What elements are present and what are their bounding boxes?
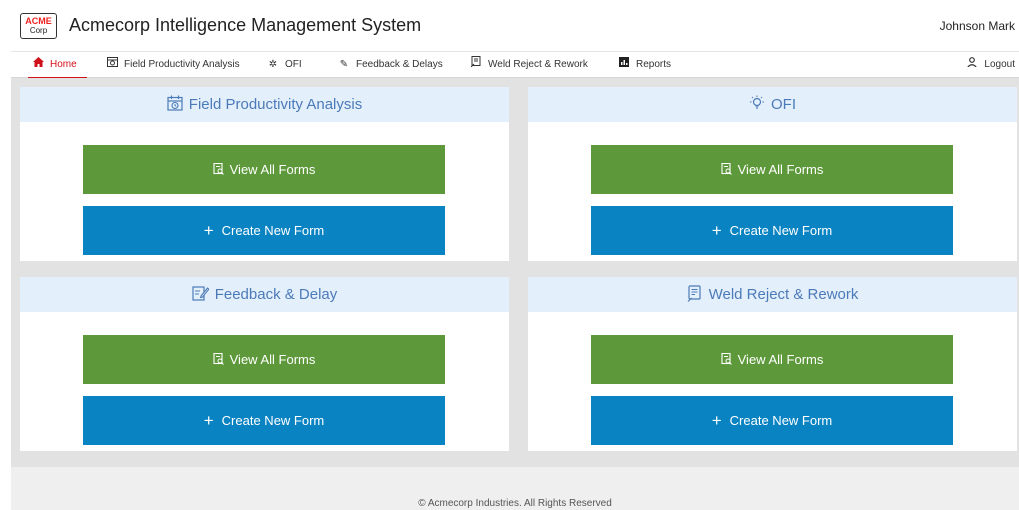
document-search-icon: [687, 277, 703, 312]
card-header: Feedback & Delay: [20, 277, 509, 312]
calendar-clock-icon: [105, 52, 119, 77]
create-new-form-label: Create New Form: [221, 412, 325, 428]
lightbulb-icon: [749, 87, 765, 122]
nav-weld-reject[interactable]: Weld Reject & Rework: [469, 52, 588, 78]
plus-icon: +: [203, 410, 214, 430]
nav-ofi-label: OFI: [285, 59, 302, 70]
nav-field-productivity-label: Field Productivity Analysis: [124, 59, 240, 70]
chart-icon: [617, 52, 631, 77]
card-header: OFI: [528, 87, 1017, 122]
card-header: Weld Reject & Rework: [528, 277, 1017, 312]
create-new-form-label: Create New Form: [729, 222, 833, 238]
main-nav: Home Field Productivity Analysis ✲ OFI ✎ F…: [11, 51, 1019, 79]
view-all-forms-button[interactable]: View All Forms: [83, 145, 445, 194]
copyright-text: © Acmecorp Industries. All Rights Reserv…: [418, 498, 612, 509]
card-field-productivity: Field Productivity Analysis View All For…: [20, 87, 509, 261]
card-weld-reject: Weld Reject & Rework View All Forms + Cre…: [528, 277, 1017, 451]
create-new-form-label: Create New Form: [729, 412, 833, 428]
card-title: Feedback & Delay: [214, 286, 338, 303]
home-icon: [31, 52, 45, 77]
app-title: Acmecorp Intelligence Management System: [69, 15, 422, 35]
view-all-forms-button[interactable]: View All Forms: [83, 335, 445, 384]
create-new-form-button[interactable]: + Create New Form: [83, 396, 445, 445]
nav-ofi[interactable]: ✲ OFI: [266, 52, 302, 78]
card-title: Field Productivity Analysis: [188, 96, 363, 113]
lightbulb-icon: ✲: [268, 59, 278, 70]
view-all-forms-button[interactable]: View All Forms: [591, 335, 953, 384]
logo-text-top: ACME: [25, 16, 52, 26]
document-search-icon: [721, 162, 732, 177]
calendar-clock-icon: [167, 87, 183, 122]
view-all-forms-label: View All Forms: [737, 162, 824, 177]
card-title: OFI: [771, 96, 796, 113]
nav-home-label: Home: [50, 59, 77, 70]
document-search-icon: [213, 162, 224, 177]
user-name[interactable]: Johnson Mark: [940, 19, 1015, 33]
create-new-form-button[interactable]: + Create New Form: [83, 206, 445, 255]
nav-field-productivity[interactable]: Field Productivity Analysis: [105, 52, 240, 78]
document-search-icon: [213, 352, 224, 367]
nav-reports-label: Reports: [636, 59, 672, 70]
dashboard-grid: Field Productivity Analysis View All For…: [11, 78, 1019, 467]
app-header: ACME Corp Acmecorp Intelligence Manageme…: [0, 0, 1019, 51]
view-all-forms-label: View All Forms: [229, 162, 316, 177]
acme-logo[interactable]: ACME Corp: [20, 13, 57, 39]
card-header: Field Productivity Analysis: [20, 87, 509, 122]
logout-link[interactable]: Logout: [965, 52, 1015, 78]
plus-icon: +: [711, 220, 722, 240]
edit-note-icon: ✎: [339, 59, 349, 70]
view-all-forms-label: View All Forms: [229, 352, 316, 367]
plus-icon: +: [711, 410, 722, 430]
user-icon: [965, 52, 979, 77]
nav-reports[interactable]: Reports: [617, 52, 671, 78]
plus-icon: +: [203, 220, 214, 240]
view-all-forms-label: View All Forms: [737, 352, 824, 367]
card-ofi: OFI View All Forms + Create New Form: [528, 87, 1017, 261]
create-new-form-button[interactable]: + Create New Form: [591, 206, 953, 255]
card-feedback-delay: Feedback & Delay View All Forms + Create …: [20, 277, 509, 451]
card-title: Weld Reject & Rework: [708, 286, 859, 303]
nav-feedback-delays[interactable]: ✎ Feedback & Delays: [337, 52, 443, 78]
nav-home[interactable]: Home: [28, 52, 87, 79]
create-new-form-label: Create New Form: [221, 222, 325, 238]
edit-note-icon: [192, 277, 210, 312]
page-footer: © Acmecorp Industries. All Rights Reserv…: [11, 467, 1019, 510]
nav-feedback-delays-label: Feedback & Delays: [356, 59, 443, 70]
document-search-icon: [469, 52, 483, 77]
logo-text-bottom: Corp: [29, 26, 48, 35]
nav-weld-reject-label: Weld Reject & Rework: [488, 59, 588, 70]
logout-label: Logout: [984, 59, 1015, 70]
document-search-icon: [721, 352, 732, 367]
create-new-form-button[interactable]: + Create New Form: [591, 396, 953, 445]
view-all-forms-button[interactable]: View All Forms: [591, 145, 953, 194]
